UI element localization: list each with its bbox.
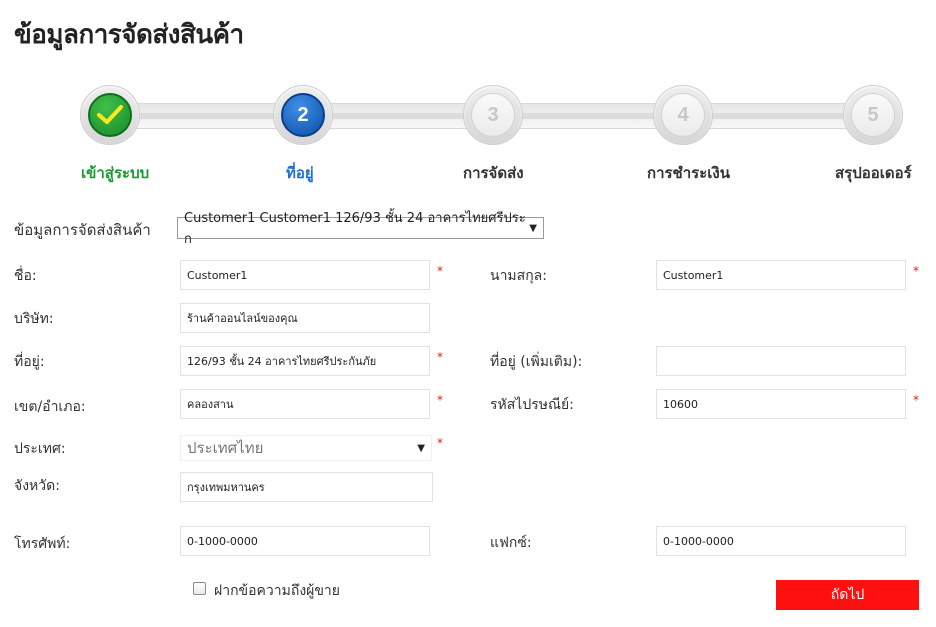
step-summary-number: 5	[851, 93, 895, 137]
company-label: บริษัท:	[14, 311, 54, 327]
address2-field[interactable]	[656, 346, 906, 376]
next-button[interactable]: ถัดไป	[776, 580, 919, 610]
address-field[interactable]: 126/93 ชั้น 24 อาคารไทยศรีประกันภัย	[180, 346, 430, 376]
note-to-seller-checkbox[interactable]	[193, 582, 206, 595]
chevron-down-icon: ▼	[417, 442, 425, 454]
address-select-label: ข้อมูลการจัดส่งสินค้า	[14, 221, 151, 239]
step-address-number: 2	[281, 93, 325, 137]
last-name-label: นามสกุล:	[490, 268, 547, 284]
step-shipping-label: การจัดส่ง	[463, 164, 524, 182]
first-name-label: ชื่อ:	[14, 268, 37, 284]
fax-label: แฟกซ์:	[490, 535, 532, 551]
address2-label: ที่อยู่ (เพิ่มเติม):	[490, 354, 583, 370]
address-select-value: Customer1 Customer1 126/93 ชั้น 24 อาคาร…	[184, 211, 526, 247]
last-name-required: *	[913, 264, 919, 278]
first-name-required: *	[437, 264, 443, 278]
step-address-label: ที่อยู่	[286, 164, 314, 182]
district-label: เขต/อำเภอ:	[14, 399, 86, 415]
step-shipping-number: 3	[471, 93, 515, 137]
phone-field[interactable]: 0-1000-0000	[180, 526, 430, 556]
page-title: ข้อมูลการจัดส่งสินค้า	[14, 20, 244, 50]
step-login[interactable]	[80, 85, 140, 145]
address-select[interactable]: Customer1 Customer1 126/93 ชั้น 24 อาคาร…	[177, 211, 544, 247]
postcode-label: รหัสไปรษณีย์:	[490, 397, 574, 413]
last-name-field[interactable]: Customer1	[656, 260, 906, 290]
step-summary-label: สรุปออเดอร์	[835, 164, 912, 182]
province-label: จังหวัด:	[14, 478, 60, 494]
step-payment-number: 4	[661, 93, 705, 137]
step-payment[interactable]: 4	[653, 85, 713, 145]
district-required: *	[437, 393, 443, 407]
first-name-field[interactable]: Customer1	[180, 260, 430, 290]
company-field[interactable]: ร้านค้าออนไลน์ของคุณ	[180, 303, 430, 333]
step-shipping[interactable]: 3	[463, 85, 523, 145]
country-label: ประเทศ:	[14, 441, 66, 457]
postcode-required: *	[913, 393, 919, 407]
phone-label: โทรศัพท์:	[14, 536, 71, 552]
chevron-down-icon: ▼	[529, 222, 537, 234]
country-required: *	[437, 436, 443, 450]
checkout-stepper: 2 3 4 5	[80, 85, 903, 145]
address-required: *	[437, 350, 443, 364]
province-field[interactable]: กรุงเทพมหานคร	[180, 472, 433, 502]
step-login-label: เข้าสู่ระบบ	[81, 164, 150, 182]
step-payment-label: การชำระเงิน	[647, 164, 730, 182]
step-summary[interactable]: 5	[843, 85, 903, 145]
step-address[interactable]: 2	[273, 85, 333, 145]
country-select-value: ประเทศไทย	[187, 439, 264, 457]
district-field[interactable]: คลองสาน	[180, 389, 430, 419]
checkmark-icon	[97, 105, 123, 124]
step-login-badge	[88, 93, 132, 137]
note-to-seller-label[interactable]: ฝากข้อความถึงผู้ขาย	[214, 580, 340, 602]
country-select[interactable]: ประเทศไทย ▼	[180, 435, 432, 461]
postcode-field[interactable]: 10600	[656, 389, 906, 419]
fax-field[interactable]: 0-1000-0000	[656, 526, 906, 556]
address-label: ที่อยู่:	[14, 354, 45, 370]
